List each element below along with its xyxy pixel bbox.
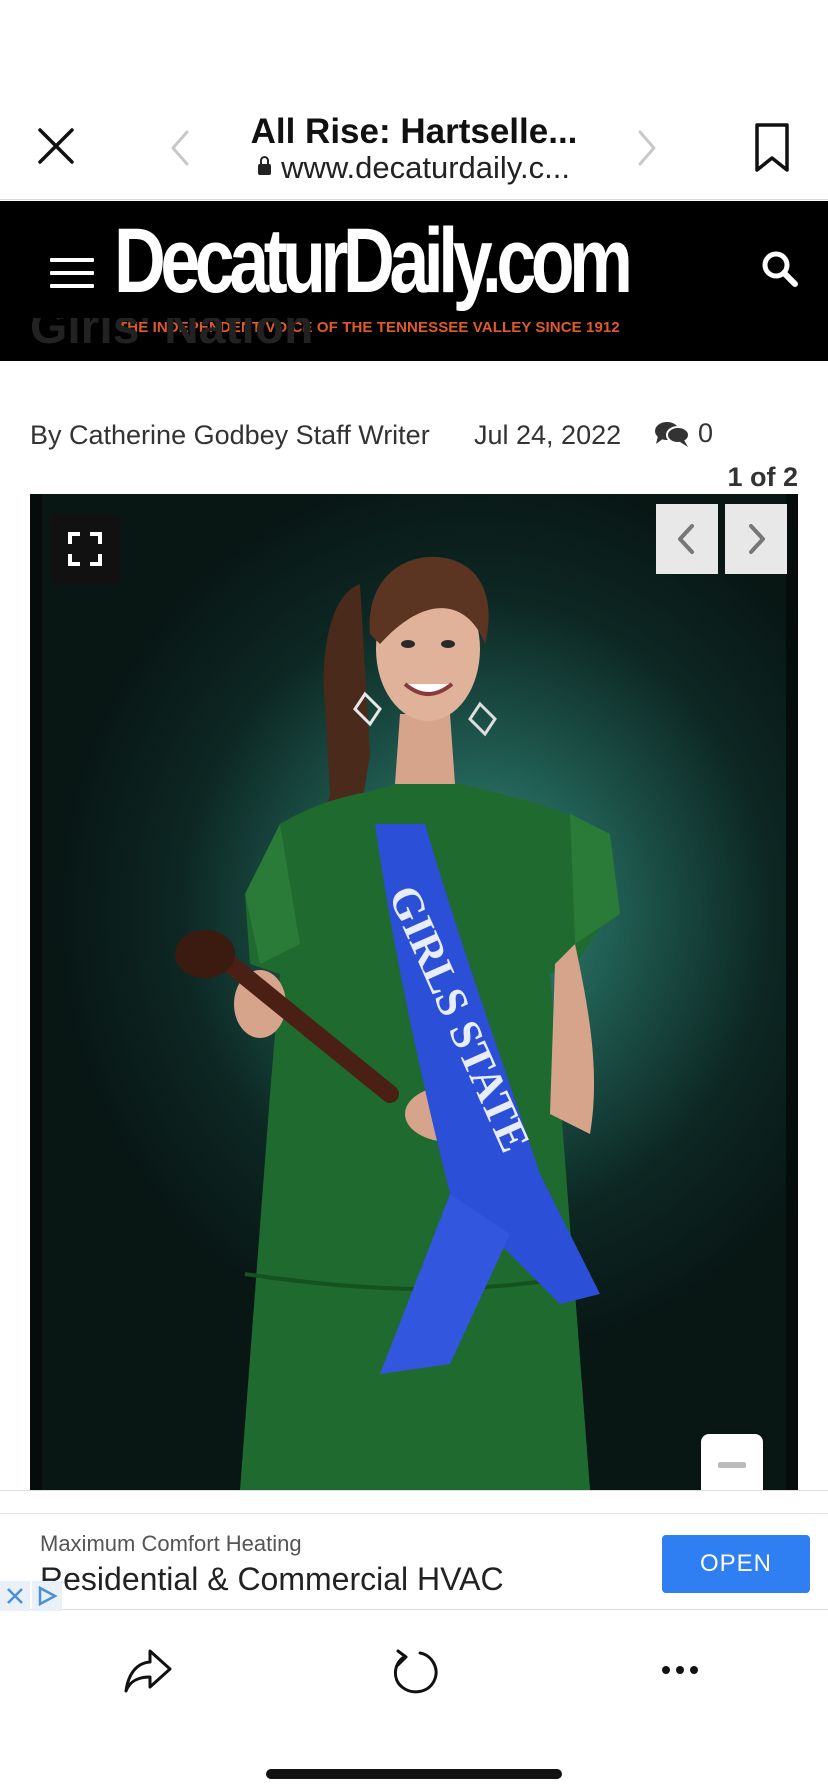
photo-prev-button[interactable] (656, 504, 718, 574)
article-title-partial: Girls' Nation (30, 318, 314, 354)
bookmark-icon[interactable] (752, 122, 792, 174)
article-byline[interactable]: By Catherine Godbey Staff Writer (30, 420, 430, 451)
close-icon[interactable] (34, 124, 78, 168)
browser-top-bar: All Rise: Hartselle... www.decaturdaily.… (0, 0, 828, 200)
url-text: www.decaturdaily.c... (281, 150, 570, 185)
comments-link[interactable]: 0 (654, 418, 713, 449)
fullscreen-button[interactable] (50, 514, 120, 584)
article-photo[interactable]: GIRLS STATE (30, 494, 798, 1490)
ad-close-icon[interactable] (0, 1581, 30, 1611)
comments-icon (655, 421, 690, 447)
more-icon[interactable] (660, 1655, 700, 1685)
hamburger-menu-icon[interactable] (50, 258, 94, 292)
browser-bottom-toolbar (0, 1611, 828, 1792)
ad-collapse-tab[interactable] (701, 1434, 763, 1494)
ad-info-icon[interactable] (32, 1581, 62, 1611)
search-icon[interactable] (760, 249, 800, 289)
ad-open-button[interactable]: OPEN (662, 1535, 810, 1593)
expand-icon (68, 532, 102, 566)
chevron-left-icon[interactable] (165, 128, 195, 168)
page-title: All Rise: Hartselle... (250, 112, 578, 151)
photo-counter: 1 of 2 (727, 462, 798, 492)
ad-divider (0, 1513, 828, 1514)
ad-choices[interactable] (0, 1581, 64, 1611)
reload-icon[interactable] (390, 1645, 438, 1697)
site-logo[interactable]: DecaturDaily.com (114, 215, 633, 307)
page-url[interactable]: www.decaturdaily.c... (200, 150, 628, 186)
ad-headline[interactable]: Residential & Commercial HVAC (40, 1561, 504, 1598)
chevron-right-icon[interactable] (632, 128, 662, 168)
share-icon[interactable] (122, 1647, 174, 1695)
article-date: Jul 24, 2022 (474, 420, 622, 450)
photo-illustration: GIRLS STATE (30, 494, 798, 1490)
lock-icon (258, 156, 272, 175)
chevron-right-icon (749, 524, 765, 554)
chevron-left-icon (678, 524, 694, 554)
comment-count: 0 (698, 418, 714, 448)
home-indicator[interactable] (266, 1769, 562, 1779)
ad-sponsor[interactable]: Maximum Comfort Heating (40, 1531, 302, 1557)
minimize-icon (718, 1462, 746, 1468)
photo-next-button[interactable] (725, 504, 787, 574)
ad-banner[interactable]: Maximum Comfort Heating Residential & Co… (0, 1490, 828, 1611)
